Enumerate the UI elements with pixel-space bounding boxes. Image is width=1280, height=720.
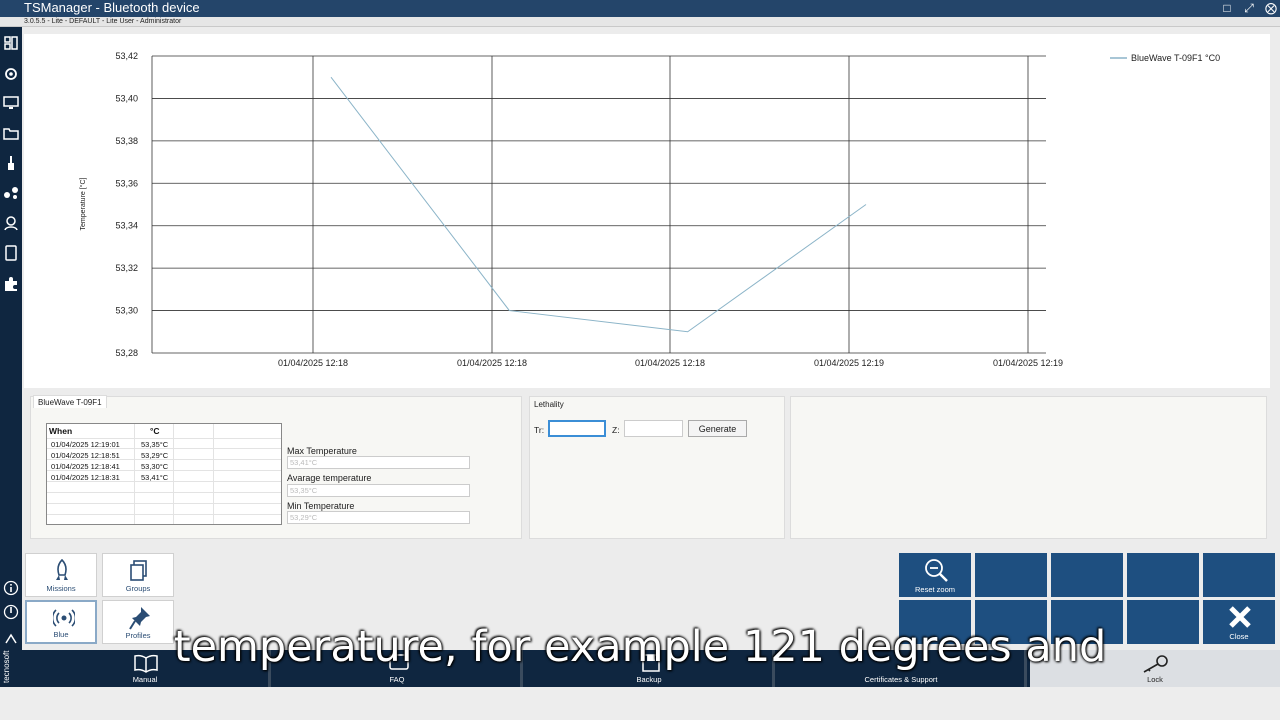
left-sidebar: tecnosoft xyxy=(0,27,22,687)
network-icon[interactable] xyxy=(3,185,19,201)
x-tick-label: 01/04/2025 12:18 xyxy=(635,358,705,368)
video-caption: temperature, for example 121 degrees and xyxy=(173,622,1107,672)
groups-button[interactable]: Groups xyxy=(102,553,174,597)
y-tick-label: 53,30 xyxy=(115,306,138,316)
folder-icon[interactable] xyxy=(3,125,19,141)
restore-icon[interactable]: □ xyxy=(1219,1,1235,16)
temperature-chart: 53,42 53,40 53,38 53,36 53,34 53,32 53,30 53,28… xyxy=(79,51,1220,368)
tr-input[interactable] xyxy=(548,420,606,437)
device-panel: BlueWave T-09F1 When °C 01/04/2025 12:19… xyxy=(30,395,522,539)
y-tick-label: 53,32 xyxy=(115,263,138,273)
cell-when: 01/04/2025 12:19:01 xyxy=(51,440,120,449)
max-temp-field: 53,41°C xyxy=(287,456,470,469)
backup-label: Backup xyxy=(636,675,662,684)
x-tick-label: 01/04/2025 12:19 xyxy=(814,358,884,368)
groups-label: Groups xyxy=(125,584,151,593)
title-bar: TSManager - Bluetooth device □ ⤢ ⨂ xyxy=(0,0,1280,17)
lethality-panel: Lethality Tr: Z: Generate xyxy=(529,396,785,539)
puzzle-icon[interactable] xyxy=(3,276,19,292)
device-tab[interactable]: BlueWave T-09F1 xyxy=(33,395,107,408)
y-tick-label: 53,34 xyxy=(115,221,138,231)
desktop-strip xyxy=(0,687,1280,720)
generate-button[interactable]: Generate xyxy=(688,420,747,437)
y-tick-label: 53,36 xyxy=(115,178,138,188)
reset-zoom-button[interactable]: Reset zoom xyxy=(899,553,971,597)
x-tick-label: 01/04/2025 12:18 xyxy=(457,358,527,368)
dashboard-icon[interactable] xyxy=(3,35,19,51)
max-temp-label: Max Temperature xyxy=(287,446,357,456)
tr-label: Tr: xyxy=(534,425,545,435)
y-tick-label: 53,42 xyxy=(115,51,138,61)
info-bar: 3.0.5.5 - Lite - DEFAULT - Lite User - A… xyxy=(0,17,1280,27)
empty-panel xyxy=(790,396,1267,539)
y-tick-label: 53,40 xyxy=(115,93,138,103)
missions-button[interactable]: Missions xyxy=(25,553,97,597)
z-label: Z: xyxy=(612,425,620,435)
series-line xyxy=(330,76,867,333)
min-temp-field: 53,29°C xyxy=(287,511,470,524)
legend-label: BlueWave T-09F1 °C0 xyxy=(1131,53,1220,63)
y-tick-label: 53,28 xyxy=(115,348,138,358)
blank-tile xyxy=(1127,553,1199,597)
chart-panel: 53,42 53,40 53,38 53,36 53,34 53,32 53,30 53,28… xyxy=(24,34,1270,388)
cell-when: 01/04/2025 12:18:41 xyxy=(51,462,120,471)
min-temp-label: Min Temperature xyxy=(287,501,355,511)
blank-tile xyxy=(975,553,1047,597)
zoom-out-icon xyxy=(925,559,948,582)
avg-temp-label: Avarage temperature xyxy=(287,473,372,483)
avg-temp-field: 53,35°C xyxy=(287,484,470,497)
blank-tile xyxy=(1203,553,1275,597)
book-icon[interactable] xyxy=(3,245,19,261)
monitor-icon[interactable] xyxy=(3,95,19,111)
reset-zoom-label: Reset zoom xyxy=(914,585,956,594)
x-tick-label: 01/04/2025 12:19 xyxy=(993,358,1063,368)
column-header-when: When xyxy=(49,426,73,436)
cell-temp: 53,35°C xyxy=(141,440,169,449)
y-tick-label: 53,38 xyxy=(115,136,138,146)
x-tick-label: 01/04/2025 12:18 xyxy=(278,358,348,368)
gear-icon[interactable] xyxy=(3,66,19,82)
blank-tile xyxy=(1051,553,1123,597)
cell-temp: 53,41°C xyxy=(141,473,169,482)
close-window-icon[interactable]: ⨂ xyxy=(1263,1,1279,16)
column-header-celsius: °C xyxy=(150,426,160,436)
cell-when: 01/04/2025 12:18:31 xyxy=(51,473,120,482)
manual-label: Manual xyxy=(132,675,158,684)
certificates-label: Certificates & Support xyxy=(864,675,938,684)
version-info: 3.0.5.5 - Lite - DEFAULT - Lite User - A… xyxy=(24,18,182,25)
fullscreen-icon[interactable]: ⤢ xyxy=(1241,1,1257,16)
rocket-icon xyxy=(56,559,68,580)
cell-temp: 53,29°C xyxy=(141,451,169,460)
lethality-title: Lethality xyxy=(534,400,564,409)
z-input[interactable] xyxy=(624,420,683,437)
readings-table: When °C 01/04/2025 12:19:01 53,35°C 01/0… xyxy=(46,423,282,525)
missions-label: Missions xyxy=(46,584,76,593)
info-icon[interactable] xyxy=(3,580,19,596)
brush-icon[interactable] xyxy=(3,155,19,171)
cell-when: 01/04/2025 12:18:51 xyxy=(51,451,120,460)
cell-temp: 53,30°C xyxy=(141,462,169,471)
lock-label: Lock xyxy=(1147,675,1163,684)
y-axis-label: Temperature [°C] xyxy=(79,177,87,230)
power-icon[interactable] xyxy=(3,604,19,620)
faq-label: FAQ xyxy=(389,675,405,684)
user-icon[interactable] xyxy=(3,215,19,231)
groups-icon xyxy=(130,560,147,581)
window-title: TSManager - Bluetooth device xyxy=(24,0,200,15)
